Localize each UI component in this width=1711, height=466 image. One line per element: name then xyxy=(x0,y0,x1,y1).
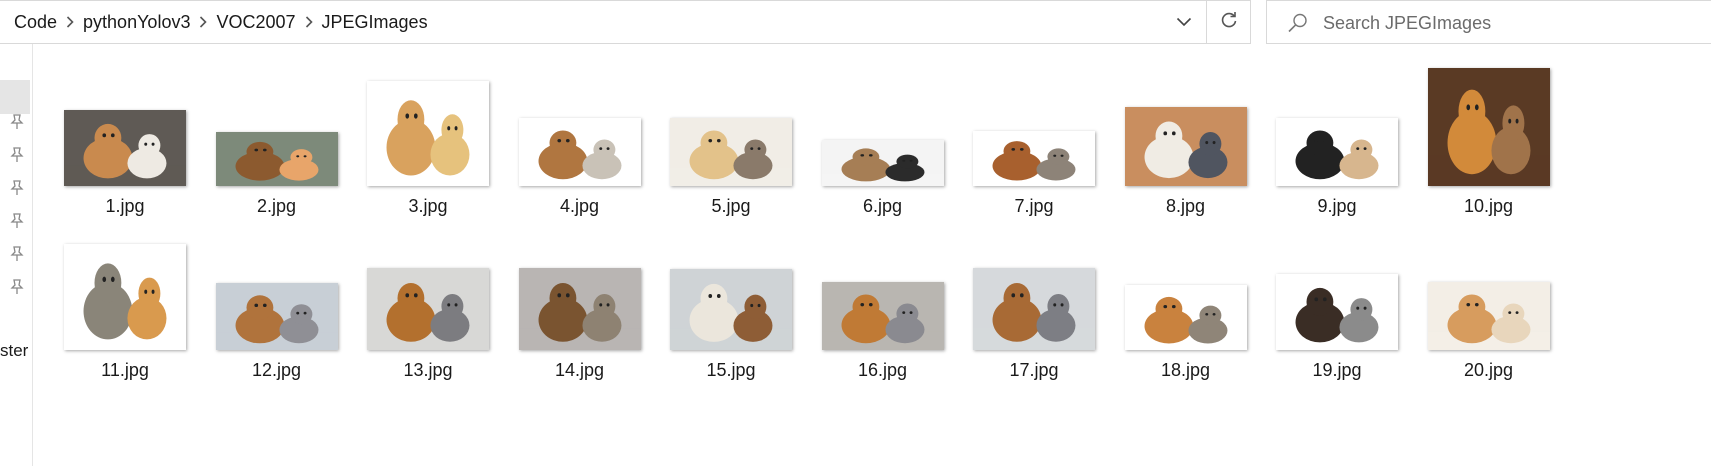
breadcrumb-item-code[interactable]: Code xyxy=(12,12,59,33)
file-thumbnail-wrap xyxy=(500,268,660,350)
nav-selected-item[interactable] xyxy=(0,80,30,114)
file-name: 12.jpg xyxy=(251,360,302,380)
file-thumbnail[interactable] xyxy=(821,282,944,350)
pin-icon[interactable] xyxy=(7,211,27,231)
file-thumbnail[interactable] xyxy=(973,131,1095,186)
file-thumbnail-wrap xyxy=(1106,285,1266,350)
file-thumbnail-wrap xyxy=(803,282,963,350)
search-input[interactable] xyxy=(1323,9,1693,37)
file-thumbnail[interactable] xyxy=(1124,285,1247,350)
file-thumbnail[interactable] xyxy=(1276,118,1398,186)
file-thumbnail-wrap xyxy=(348,268,508,350)
file-name: 3.jpg xyxy=(408,196,448,216)
breadcrumb-item-pythonyolov3[interactable]: pythonYolov3 xyxy=(81,12,192,33)
file-thumbnail[interactable] xyxy=(367,81,489,186)
file-name: 19.jpg xyxy=(1312,360,1362,380)
file-thumbnail-wrap xyxy=(197,283,357,350)
nav-item-label[interactable]: ster xyxy=(0,341,28,361)
file-thumbnail-wrap xyxy=(45,110,205,186)
search-icon xyxy=(1287,12,1309,34)
file-thumbnail-wrap xyxy=(954,131,1114,186)
file-thumbnail-wrap xyxy=(954,268,1114,350)
file-thumbnail[interactable] xyxy=(1276,274,1398,350)
chevron-right-icon[interactable] xyxy=(192,1,214,43)
file-thumbnail-wrap xyxy=(651,118,811,186)
pin-icon[interactable] xyxy=(7,145,27,165)
file-thumbnail[interactable] xyxy=(215,283,338,350)
chevron-right-icon[interactable] xyxy=(298,1,320,43)
pin-icon[interactable] xyxy=(7,244,27,264)
chevron-down-icon[interactable] xyxy=(1162,1,1206,43)
refresh-button[interactable] xyxy=(1207,0,1251,44)
breadcrumb: Code pythonYolov3 VOC2007 JPEGImages xyxy=(12,1,430,43)
file-thumbnail-wrap xyxy=(1409,282,1569,350)
file-name: 15.jpg xyxy=(706,360,756,380)
search-box[interactable] xyxy=(1266,0,1711,44)
file-thumbnail[interactable] xyxy=(670,269,792,350)
file-name: 7.jpg xyxy=(1014,196,1054,216)
file-thumbnail[interactable] xyxy=(518,118,641,186)
file-thumbnail-wrap xyxy=(197,132,357,186)
file-thumbnail[interactable] xyxy=(215,132,338,186)
file-thumbnail-wrap xyxy=(500,118,660,186)
file-name: 8.jpg xyxy=(1165,196,1206,216)
file-name: 5.jpg xyxy=(711,196,751,216)
file-name: 16.jpg xyxy=(857,360,908,380)
explorer-toolbar: Code pythonYolov3 VOC2007 JPEGImages xyxy=(0,0,1711,44)
file-name: 14.jpg xyxy=(554,360,605,380)
file-name: 18.jpg xyxy=(1160,360,1211,380)
address-bar[interactable]: Code pythonYolov3 VOC2007 JPEGImages xyxy=(0,0,1207,44)
file-thumbnail[interactable] xyxy=(518,268,641,350)
file-thumbnail-wrap xyxy=(45,244,205,350)
file-name: 17.jpg xyxy=(1009,360,1059,380)
breadcrumb-item-jpegimages[interactable]: JPEGImages xyxy=(320,12,430,33)
pin-icon[interactable] xyxy=(7,112,27,132)
file-name: 20.jpg xyxy=(1463,360,1514,380)
file-thumbnail[interactable] xyxy=(64,244,186,350)
file-name: 6.jpg xyxy=(862,196,903,216)
file-thumbnail-wrap xyxy=(1257,274,1417,350)
file-name: 10.jpg xyxy=(1463,196,1514,216)
file-thumbnail-wrap xyxy=(1409,68,1569,186)
file-thumbnail-wrap xyxy=(651,269,811,350)
file-thumbnail[interactable] xyxy=(821,140,944,186)
file-thumbnail-wrap xyxy=(803,140,963,186)
file-thumbnail[interactable] xyxy=(973,268,1095,350)
pin-icon[interactable] xyxy=(7,178,27,198)
refresh-icon xyxy=(1219,10,1239,35)
breadcrumb-item-voc2007[interactable]: VOC2007 xyxy=(214,12,297,33)
file-name: 2.jpg xyxy=(256,196,297,216)
file-name: 4.jpg xyxy=(559,196,600,216)
file-name: 1.jpg xyxy=(105,196,145,216)
file-thumbnail[interactable] xyxy=(64,110,186,186)
file-thumbnail[interactable] xyxy=(367,268,489,350)
file-thumbnail-wrap xyxy=(1106,107,1266,186)
file-name: 9.jpg xyxy=(1317,196,1357,216)
file-thumbnail-wrap xyxy=(348,81,508,186)
file-thumbnail[interactable] xyxy=(1124,107,1247,186)
chevron-right-icon[interactable] xyxy=(59,1,81,43)
file-name: 11.jpg xyxy=(101,360,149,380)
file-thumbnail-wrap xyxy=(1257,118,1417,186)
file-thumbnail[interactable] xyxy=(1427,68,1550,186)
file-name: 13.jpg xyxy=(403,360,453,380)
navigation-pane: ster xyxy=(0,44,33,466)
file-thumbnail[interactable] xyxy=(670,118,792,186)
pin-icon[interactable] xyxy=(7,277,27,297)
file-thumbnail[interactable] xyxy=(1427,282,1550,350)
